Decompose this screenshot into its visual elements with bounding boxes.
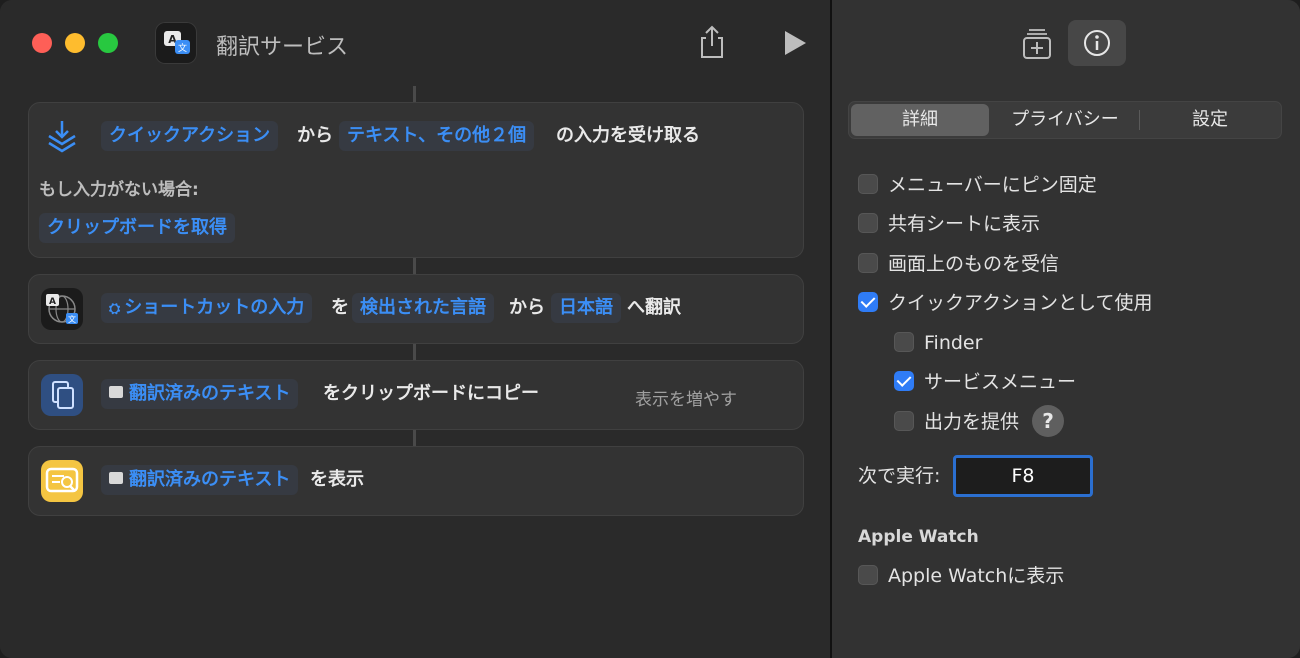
tab-privacy[interactable]: プライバシー [991,104,1139,136]
option-apple-watch[interactable]: Apple Watchに表示 [858,562,1064,590]
svg-text:A: A [49,297,56,307]
option-share-sheet[interactable]: 共有シートに表示 [858,210,1040,238]
flow-connector [413,429,416,446]
receive-suffix: の入力を受け取る [556,125,700,146]
copy-suffix: をクリップボードにコピー [323,383,539,404]
share-icon[interactable] [696,24,728,60]
shortcut-input-icon: ⛭ [109,301,121,317]
window-title: 翻訳サービス [216,35,349,60]
input-source-token[interactable]: クイックアクション [101,121,279,151]
option-quick-action[interactable]: クイックアクションとして使用 [858,289,1152,317]
option-finder[interactable]: Finder [894,329,982,357]
details-sidebar: 詳細 プライバシー 設定 メニューバーにピン固定 共有シートに表示 画面上のもの… [832,0,1300,658]
option-provide-output[interactable]: 出力を提供 [894,408,1019,436]
run-with-label: 次で実行: [858,465,941,487]
pin-menubar-checkbox[interactable] [858,173,878,194]
word-from: から [509,297,545,318]
translate-action[interactable]: A 文 ⛭ ショートカットの入力 を 検出された言語 から 日本語 へ翻訳 [28,274,804,344]
keyboard-shortcut-field[interactable]: F8 [953,455,1093,497]
help-button[interactable]: ? [1032,405,1064,437]
show-suffix: を表示 [310,469,364,490]
show-result-action[interactable]: 翻訳済みのテキスト を表示 [28,446,804,516]
flow-connector [413,257,416,274]
option-receive-onscreen[interactable]: 画面上のものを受信 [858,250,1059,278]
translated-text-token[interactable]: 翻訳済みのテキスト [101,465,299,495]
provide-output-checkbox[interactable] [894,410,914,431]
tab-separator [1139,110,1140,130]
shortcut-editor-window: A 文 翻訳サービス クイックアクション から テキスト、その他２個 の入力を受… [0,0,1300,658]
word-from: から [297,125,333,146]
share-sheet-checkbox[interactable] [858,212,878,233]
zoom-window-button[interactable] [98,33,118,53]
add-to-library-icon[interactable] [1008,20,1066,66]
flow-connector [413,343,416,360]
tab-details[interactable]: 詳細 [851,104,989,136]
tab-settings[interactable]: 設定 [1141,104,1279,136]
sidebar-tabs: 詳細 プライバシー 設定 [848,101,1282,139]
option-services-menu[interactable]: サービスメニュー [894,368,1076,396]
play-icon[interactable] [780,28,810,58]
word-wo: を [331,297,349,318]
translated-text-token[interactable]: 翻訳済みのテキスト [101,379,299,409]
fallback-token[interactable]: クリップボードを取得 [39,213,235,243]
svg-text:文: 文 [68,314,76,324]
receive-input-action[interactable]: クイックアクション から テキスト、その他２個 の入力を受け取る もし入力がない… [28,102,804,258]
target-language-token[interactable]: 日本語 [551,293,621,323]
quick-action-checkbox[interactable] [858,291,878,312]
info-icon[interactable] [1068,20,1126,66]
show-more-button[interactable]: 表示を増やす [635,385,737,410]
no-input-label: もし入力がない場合: [39,180,199,200]
variable-badge-icon [109,472,123,484]
finder-checkbox[interactable] [894,331,914,352]
show-result-icon [41,460,83,502]
copy-clipboard-icon [41,374,83,416]
input-types-token[interactable]: テキスト、その他２個 [339,121,535,151]
services-menu-checkbox[interactable] [894,370,914,391]
detected-language-token[interactable]: 検出された言語 [352,293,494,323]
translate-suffix: へ翻訳 [627,297,681,318]
option-pin-menubar[interactable]: メニューバーにピン固定 [858,171,1097,199]
close-window-button[interactable] [32,33,52,53]
apple-watch-section-title: Apple Watch [858,527,979,547]
apple-watch-checkbox[interactable] [858,564,878,585]
flow-connector [413,86,416,102]
translate-globe-icon: A 文 [41,288,83,330]
copy-to-clipboard-action[interactable]: 翻訳済みのテキスト をクリップボードにコピー 表示を増やす [28,360,804,430]
shortcut-input-token[interactable]: ⛭ ショートカットの入力 [101,293,313,323]
translate-app-icon[interactable]: A 文 [155,22,197,64]
receive-input-icon [41,116,83,158]
minimize-window-button[interactable] [65,33,85,53]
editor-pane: A 文 翻訳サービス クイックアクション から テキスト、その他２個 の入力を受… [0,0,830,658]
receive-onscreen-checkbox[interactable] [858,252,878,273]
variable-badge-icon [109,386,123,398]
svg-text:文: 文 [178,42,187,54]
